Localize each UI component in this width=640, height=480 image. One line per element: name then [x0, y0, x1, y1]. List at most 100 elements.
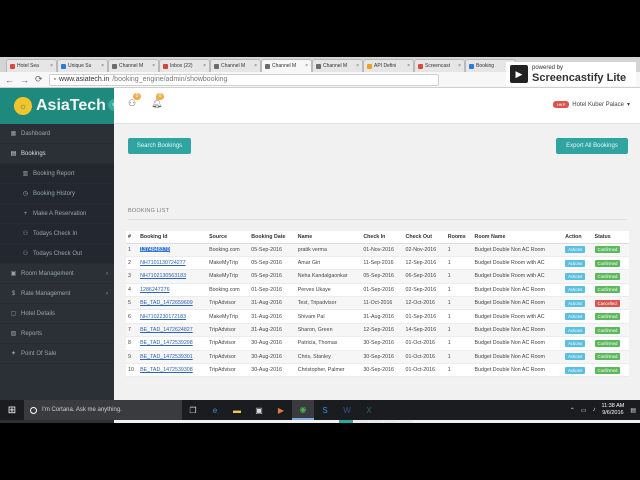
actions-button[interactable]: Actions [565, 326, 586, 334]
network-icon[interactable]: ▭ [581, 407, 587, 414]
booking-id-link[interactable]: NH7101130724277 [140, 260, 186, 266]
table-cell: 10 [126, 363, 139, 378]
bell-icon[interactable]: 🔔︎ 0 [151, 93, 164, 109]
media-icon[interactable]: ▶ [270, 400, 292, 420]
tab-close-icon[interactable]: × [203, 63, 206, 69]
users-icon[interactable]: ⚇ 0 [128, 93, 141, 109]
booking-id-link[interactable]: BE_TAD_1472659609 [140, 300, 193, 306]
actions-button[interactable]: Actions [565, 246, 586, 254]
actions-button[interactable]: Actions [565, 286, 586, 294]
table-row[interactable]: 8 BE_TAD_1472539298 TripAdvisor 30-Aug-2016… [126, 336, 629, 351]
browser-tab[interactable]: API Defini × [363, 59, 414, 72]
sidebar-item-label: Rate Management [21, 290, 71, 297]
table-row[interactable]: 4 1286247276 Booking.com 01-Sep-2016 Perves … [126, 283, 629, 298]
cortana-search[interactable]: I'm Cortana. Ask me anything. [24, 400, 182, 420]
notifications-icon[interactable]: ▤ [630, 407, 636, 414]
sidebar-item[interactable]: ▣ Room Management › [0, 264, 114, 284]
sidebar-item[interactable]: ▥ Booking Report [0, 164, 114, 184]
actions-button[interactable]: Actions [565, 259, 586, 267]
windows-start-icon[interactable]: ⊞ [0, 400, 24, 420]
status-badge: Confirmed [594, 326, 621, 334]
table-cell: Booking.com [207, 283, 250, 298]
table-cell: 2 [126, 256, 139, 271]
status-badge: Confirmed [594, 272, 621, 280]
tab-close-icon[interactable]: × [101, 63, 104, 69]
tab-close-icon[interactable]: × [458, 63, 461, 69]
tab-close-icon[interactable]: × [152, 63, 155, 69]
reload-icon[interactable]: ⟳ [35, 74, 43, 85]
browser-tab[interactable]: Screencast × [414, 59, 465, 72]
back-icon[interactable]: ← [5, 75, 14, 85]
sidebar-item[interactable]: ▢ Hotel Details [0, 304, 114, 324]
booking-id-link[interactable]: NH7102230172183 [140, 314, 186, 320]
word-icon[interactable]: W [336, 400, 358, 420]
export-bookings-button[interactable]: Export All Bookings [556, 138, 628, 154]
url-input[interactable]: ▫ www.asiatech.in/booking_engine/admin/s… [48, 73, 439, 86]
table-cell: 1 [445, 296, 473, 311]
table-cell: 06-Sep-2016 [403, 269, 446, 284]
skype-icon[interactable]: S [314, 400, 336, 420]
browser-tab[interactable]: Channel M × [312, 59, 363, 72]
forward-icon[interactable]: → [20, 75, 29, 85]
clock[interactable]: 11:38 AM 9/6/2016 [601, 403, 624, 417]
table-row[interactable]: 3 NH7102130563183 MakeMyTrip 05-Sep-2016 Neh… [126, 269, 629, 284]
table-row[interactable]: 9 BE_TAD_1472539301 TripAdvisor 30-Aug-2016… [126, 350, 629, 365]
booking-id-link[interactable]: BE_TAD_1472539301 [140, 354, 193, 360]
table-row[interactable]: 5 BE_TAD_1472659609 TripAdvisor 31-Aug-2016… [126, 296, 629, 311]
tab-close-icon[interactable]: × [407, 63, 410, 69]
booking-id-link[interactable]: BE_TAD_1472624827 [140, 327, 193, 333]
browser-tab[interactable]: Channel M × [210, 59, 261, 72]
sidebar-item[interactable]: ⚇ Todays Check In [0, 224, 114, 244]
task-view-icon[interactable]: ❐ [182, 400, 204, 420]
actions-button[interactable]: Actions [565, 272, 586, 280]
brand[interactable]: ☼ AsiaTech ≡ [0, 88, 120, 124]
sidebar-item[interactable]: + Make A Reservation [0, 204, 114, 224]
table-cell: 4 [126, 283, 139, 298]
edge-icon[interactable]: e [204, 400, 226, 420]
actions-button[interactable]: Actions [565, 366, 586, 374]
sidebar-item[interactable]: ▦ Dashboard [0, 124, 114, 144]
sidebar-item[interactable]: ⚇ Todays Check Out [0, 244, 114, 264]
actions-button[interactable]: Actions [565, 353, 586, 361]
table-row[interactable]: 10 BE_TAD_1472539308 TripAdvisor 30-Aug-201… [126, 363, 629, 378]
chrome-icon[interactable]: ◉ [292, 400, 314, 420]
tab-close-icon[interactable]: × [254, 63, 257, 69]
sidebar-item[interactable]: ✦ Point Of Sale [0, 344, 114, 364]
table-cell: Confirmed [592, 323, 629, 338]
user-menu[interactable]: HKP Hotel Kuber Palace ▾ [553, 101, 630, 108]
actions-button[interactable]: Actions [565, 299, 586, 307]
browser-tab[interactable]: Hotel Sea × [6, 59, 57, 72]
sidebar-item[interactable]: ◷ Booking History [0, 184, 114, 204]
booking-id-link[interactable]: 1374848370 [140, 246, 170, 253]
search-bookings-button[interactable]: Search Bookings [128, 138, 191, 154]
file-explorer-icon[interactable]: ▬ [226, 400, 248, 420]
table-row[interactable]: 2 NH7101130724277 MakeMyTrip 05-Sep-2016 Ama… [126, 256, 629, 271]
browser-tab[interactable]: Inbox (22) × [159, 59, 210, 72]
booking-id-link[interactable]: BE_TAD_1472539298 [140, 340, 193, 346]
excel-icon[interactable]: X [358, 400, 380, 420]
actions-button[interactable]: Actions [565, 339, 586, 347]
browser-tab[interactable]: Unique Su × [57, 59, 108, 72]
actions-button[interactable]: Actions [565, 313, 586, 321]
sidebar-item[interactable]: ▨ Reports [0, 324, 114, 344]
table-row[interactable]: 7 BE_TAD_1472624827 TripAdvisor 31-Aug-2016… [126, 323, 629, 338]
tab-label: Inbox (22) [170, 63, 193, 69]
table-row[interactable]: 1 1374848370 Booking.com 05-Sep-2016 pratik … [126, 243, 629, 257]
tab-close-icon[interactable]: × [305, 63, 308, 69]
booking-id-link[interactable]: 1286247276 [140, 287, 169, 293]
tab-close-icon[interactable]: × [50, 63, 53, 69]
volume-icon[interactable]: ♪ [592, 407, 595, 413]
browser-tab[interactable]: Channel M × [108, 59, 159, 72]
tray-up-icon[interactable]: ⌃ [570, 407, 575, 414]
booking-id-link[interactable]: BE_TAD_1472539308 [140, 367, 193, 373]
table-cell: 1286247276 [138, 283, 208, 298]
booking-id-link[interactable]: NH7102130563183 [140, 273, 186, 279]
tab-close-icon[interactable]: × [356, 63, 359, 69]
store-icon[interactable]: ▣ [248, 400, 270, 420]
screen: Hotel Sea × Unique Su × Channel M × Inbox (22)… [0, 57, 640, 423]
sidebar-item[interactable]: $ Rate Management › [0, 284, 114, 304]
table-row[interactable]: 6 NH7102230172183 MakeMyTrip 31-Aug-2016 Shi… [126, 309, 629, 324]
sidebar-item[interactable]: ▤ Bookings [0, 144, 114, 164]
table-cell: Budget Double Room with AC [472, 256, 564, 271]
browser-tab[interactable]: Channel M × [261, 59, 312, 72]
